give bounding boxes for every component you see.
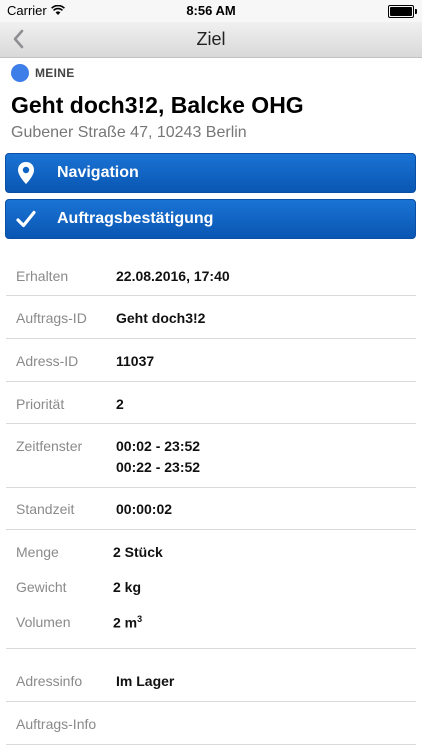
volumen-label: Volumen: [16, 614, 71, 630]
row-auftrags-info: Auftrags-Info: [6, 702, 416, 745]
row-value-1: 00:02 - 23:52: [116, 438, 201, 454]
gewicht-label: Gewicht: [16, 579, 67, 595]
row-value: 00:00:02: [116, 501, 173, 517]
destination-address: Gubener Straße 47, 10243 Berlin: [11, 124, 247, 141]
row-label: Auftrags-ID: [16, 310, 87, 326]
volumen-exponent: 3: [137, 614, 143, 624]
row-label: Adress-ID: [16, 353, 79, 369]
detail-list: Erhalten 22.08.2016, 17:40 Auftrags-ID G…: [0, 252, 422, 745]
icon-box: [6, 200, 46, 238]
row-label: Adressinfo: [16, 673, 83, 689]
navigation-bar: Ziel: [0, 22, 422, 58]
menge-value: 2 Stück: [113, 544, 163, 560]
row-value: 22.08.2016, 17:40: [116, 268, 230, 284]
row-value: 11037: [116, 353, 155, 369]
row-group-quantities: Menge 2 Stück Gewicht 2 kg Volumen 2 m3: [6, 530, 416, 649]
owner-label: MEINE: [35, 66, 75, 80]
navigation-button-label: Navigation: [57, 164, 139, 181]
row-zeitfenster: Zeitfenster 00:02 - 23:52 00:22 - 23:52: [6, 424, 416, 488]
row-adress-id: Adress-ID 11037: [6, 339, 416, 382]
volumen-value: 2 m3: [113, 614, 142, 631]
row-adressinfo: Adressinfo Im Lager: [6, 649, 416, 702]
checkmark-icon: [16, 210, 36, 228]
row-value: 2: [116, 396, 124, 412]
volumen-number: 2 m: [113, 614, 138, 631]
owner-badge: MEINE: [11, 64, 75, 82]
row-erhalten: Erhalten 22.08.2016, 17:40: [6, 252, 416, 296]
page-title: Ziel: [196, 29, 226, 49]
row-value: Im Lager: [116, 673, 175, 689]
row-label: Zeitfenster: [16, 438, 83, 454]
destination-title: Geht doch3!2, Balcke OHG: [11, 92, 304, 118]
row-label: Auftrags-Info: [16, 716, 97, 732]
order-confirmation-button[interactable]: Auftragsbestätigung: [5, 199, 416, 239]
clock: 8:56 AM: [186, 3, 236, 18]
row-label: Erhalten: [16, 268, 69, 284]
menge-label: Menge: [16, 544, 59, 560]
row-value: Geht doch3!2: [116, 310, 206, 326]
icon-box: [6, 154, 46, 192]
row-value-2: 00:22 - 23:52: [116, 459, 201, 475]
row-label: Priorität: [16, 396, 65, 412]
gewicht-value: 2 kg: [113, 579, 142, 595]
navigation-button[interactable]: Navigation: [5, 153, 416, 193]
battery-fill: [390, 7, 412, 16]
battery-icon: [388, 5, 417, 18]
map-pin-icon: [18, 162, 34, 184]
order-confirmation-button-label: Auftragsbestätigung: [57, 210, 214, 227]
row-standzeit: Standzeit 00:00:02: [6, 488, 416, 530]
row-prioritaet: Priorität 2: [6, 382, 416, 424]
status-bar: Carrier 8:56 AM: [0, 0, 422, 22]
owner-color-dot: [11, 64, 29, 82]
row-label: Standzeit: [16, 501, 75, 517]
row-auftrags-id: Auftrags-ID Geht doch3!2: [6, 296, 416, 339]
